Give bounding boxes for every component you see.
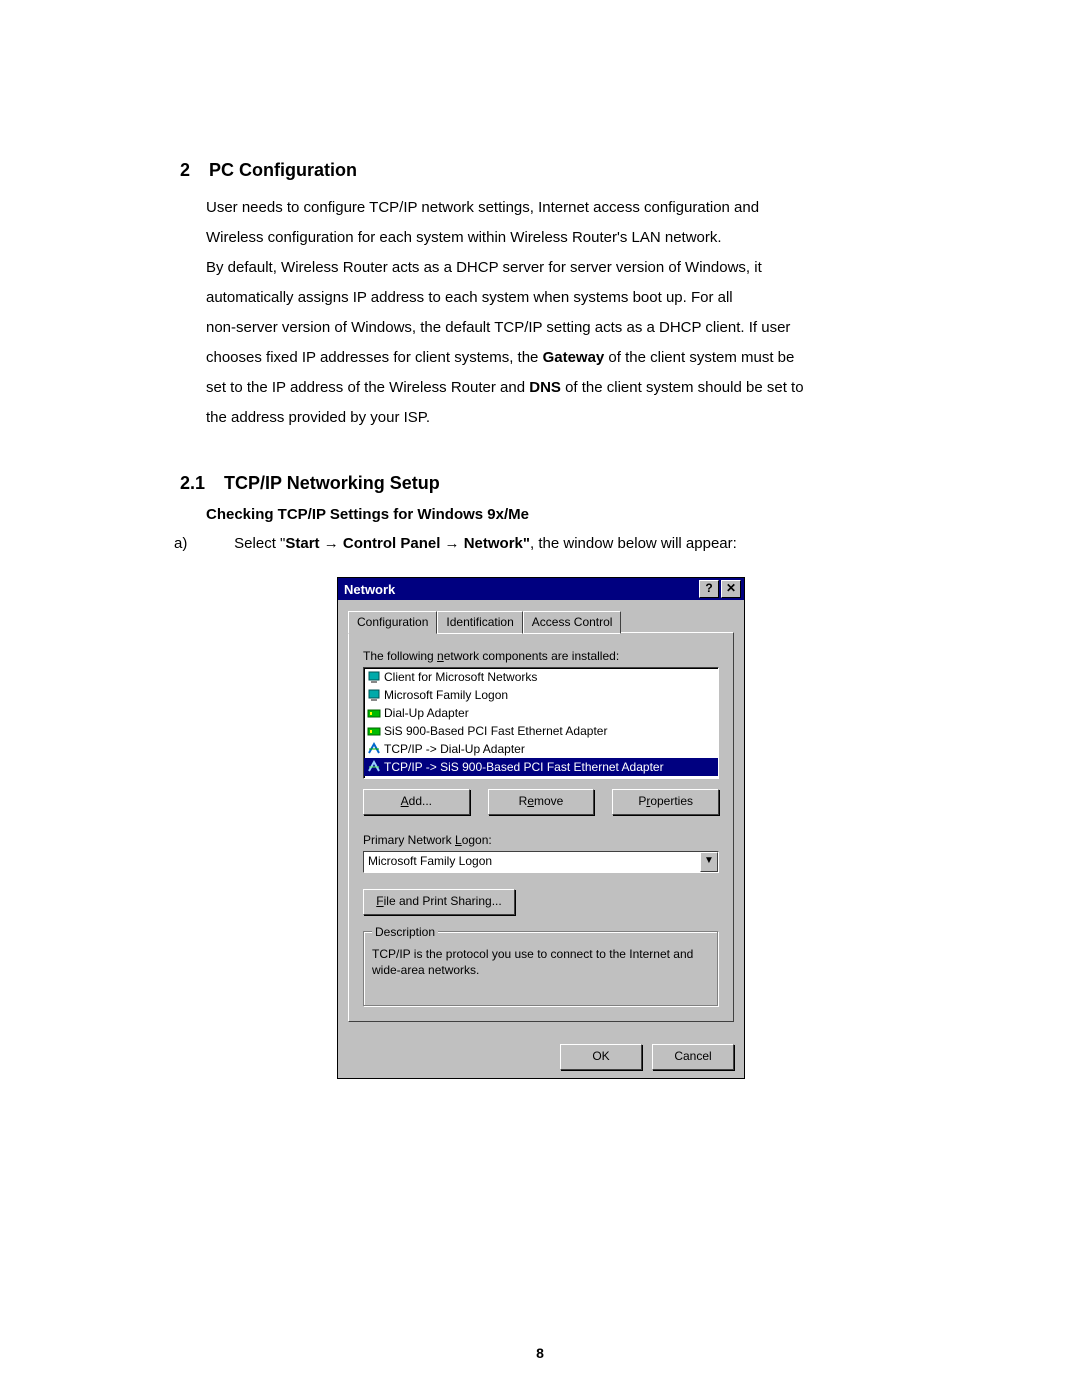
primary-logon-value: Microsoft Family Logon xyxy=(364,852,700,872)
close-button[interactable]: ✕ xyxy=(721,580,741,598)
primary-logon-label: Primary Network Logon: xyxy=(363,833,719,847)
help-button[interactable]: ? xyxy=(699,580,719,598)
description-legend: Description xyxy=(372,924,438,940)
list-item[interactable]: Microsoft Family Logon xyxy=(364,686,718,704)
client-icon xyxy=(366,687,384,703)
installed-label: The following network components are ins… xyxy=(363,649,719,663)
list-item[interactable]: TCP/IP -> Dial-Up Adapter xyxy=(364,740,718,758)
description-text: TCP/IP is the protocol you use to connec… xyxy=(372,946,710,978)
tab-identification[interactable]: Identification xyxy=(437,611,522,634)
primary-logon-combo[interactable]: Microsoft Family Logon ▼ xyxy=(363,851,719,873)
description-groupbox: Description TCP/IP is the protocol you u… xyxy=(363,931,719,1007)
client-icon xyxy=(366,669,384,685)
tab-configuration[interactable]: Configuration xyxy=(348,611,437,634)
subsection-title: TCP/IP Networking Setup xyxy=(224,473,440,493)
protocol-icon xyxy=(366,759,384,775)
cancel-button[interactable]: Cancel xyxy=(652,1044,734,1070)
chevron-down-icon[interactable]: ▼ xyxy=(700,852,718,872)
dialog-title: Network xyxy=(344,582,697,597)
list-item[interactable]: SiS 900-Based PCI Fast Ethernet Adapter xyxy=(364,722,718,740)
subheading: Checking TCP/IP Settings for Windows 9x/… xyxy=(206,506,900,523)
adapter-icon xyxy=(366,723,384,739)
properties-button[interactable]: Properties xyxy=(612,789,719,815)
subsection-number: 2.1 xyxy=(180,473,205,494)
subsection-heading: 2.1 TCP/IP Networking Setup xyxy=(180,473,900,494)
components-listbox[interactable]: Client for Microsoft Networks Microsoft … xyxy=(363,667,719,779)
adapter-icon xyxy=(366,705,384,721)
list-item[interactable]: Client for Microsoft Networks xyxy=(364,668,718,686)
section-body: User needs to configure TCP/IP network s… xyxy=(206,193,900,433)
list-item[interactable]: Dial-Up Adapter xyxy=(364,704,718,722)
tab-access-control[interactable]: Access Control xyxy=(523,611,622,634)
ok-button[interactable]: OK xyxy=(560,1044,642,1070)
list-item-a: a) Select "Start → Control Panel → Netwo… xyxy=(238,529,900,559)
page-number: 8 xyxy=(0,1345,1080,1361)
section-number: 2 xyxy=(180,160,190,181)
list-item-selected[interactable]: TCP/IP -> SiS 900-Based PCI Fast Etherne… xyxy=(364,758,718,776)
remove-button[interactable]: Remove xyxy=(488,789,595,815)
section-heading: 2 PC Configuration xyxy=(180,160,900,181)
add-button[interactable]: Add... xyxy=(363,789,470,815)
file-print-sharing-button[interactable]: File and Print Sharing... xyxy=(363,889,515,915)
dialog-titlebar[interactable]: Network ? ✕ xyxy=(338,578,744,600)
network-dialog: Network ? ✕ Configuration Identification… xyxy=(337,577,745,1079)
section-title: PC Configuration xyxy=(209,160,357,180)
protocol-icon xyxy=(366,741,384,757)
